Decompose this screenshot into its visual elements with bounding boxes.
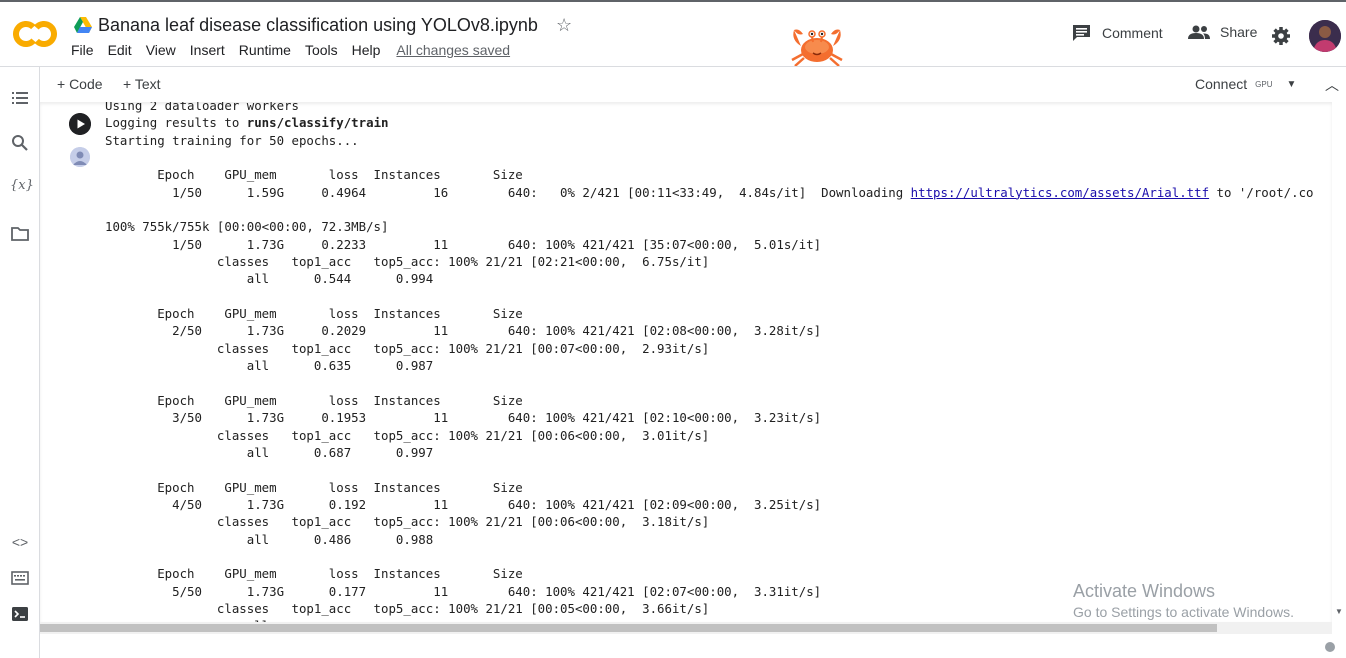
train-line: 1/50 1.73G 0.2233 11 640: 100% 421/421 [… — [105, 236, 822, 252]
log-line: to '/root/.co — [1209, 184, 1314, 200]
runtime-type-label: GPU — [1255, 79, 1273, 89]
train-line: 2/50 1.73G 0.2029 11 640: 100% 421/421 [… — [105, 323, 822, 339]
val-line: all 0.635 0.987 — [105, 358, 434, 374]
chevron-up-icon[interactable]: ︿ — [1325, 75, 1339, 95]
column-header: Epoch GPU_mem loss Instances Size — [105, 167, 523, 183]
val-header-line: classes top1_acc top5_acc: 100% 21/21 [0… — [105, 600, 710, 616]
connect-button[interactable]: Connect GPU ▼ — [1195, 76, 1296, 92]
caret-down-icon[interactable]: ▼ — [1287, 79, 1297, 90]
add-text-button[interactable]: + Text — [123, 76, 161, 92]
terminal-icon[interactable] — [10, 604, 30, 624]
run-cell-icon[interactable] — [69, 113, 91, 135]
comment-icon — [1073, 25, 1090, 41]
log-line: 1/50 1.59G 0.4964 16 640: 0% 2/421 [00:1… — [105, 184, 911, 200]
train-line: 4/50 1.73G 0.192 11 640: 100% 421/421 [0… — [105, 496, 822, 512]
share-people-icon — [1188, 25, 1210, 39]
menu-bar: File Edit View Insert Runtime Tools Help… — [71, 42, 524, 58]
star-icon[interactable]: ☆ — [556, 15, 572, 36]
avatar[interactable] — [1309, 20, 1341, 52]
connect-label: Connect — [1195, 76, 1248, 92]
command-palette-icon[interactable] — [10, 568, 30, 588]
google-drive-icon — [74, 17, 92, 33]
scrollbar-thumb[interactable] — [40, 624, 1217, 632]
train-line: 5/50 1.73G 0.177 11 640: 100% 421/421 [0… — [105, 583, 822, 599]
log-line: 100% 755k/755k [00:00<00:00, 72.3MB/s] — [105, 219, 389, 235]
menu-runtime[interactable]: Runtime — [239, 42, 291, 58]
crab-mascot-icon — [791, 29, 843, 67]
menu-help[interactable]: Help — [352, 42, 381, 58]
watermark-title: Activate Windows — [1073, 581, 1216, 601]
horizontal-scrollbar[interactable] — [40, 622, 1332, 634]
share-label: Share — [1220, 24, 1258, 40]
comment-button[interactable]: Comment — [1072, 24, 1163, 42]
save-status[interactable]: All changes saved — [396, 42, 510, 58]
val-header-line: classes top1_acc top5_acc: 100% 21/21 [0… — [105, 514, 710, 530]
search-icon[interactable] — [10, 133, 30, 153]
gear-icon[interactable] — [1271, 26, 1291, 46]
comment-label: Comment — [1102, 25, 1163, 41]
val-header-line: classes top1_acc top5_acc: 100% 21/21 [0… — [105, 254, 710, 270]
val-header-line: classes top1_acc top5_acc: 100% 21/21 [0… — [105, 340, 710, 356]
training-log: Using 2 dataloader workers Logging resul… — [105, 102, 1314, 622]
left-sidebar: {x} <> — [0, 67, 40, 658]
column-header: Epoch GPU_mem loss Instances Size — [105, 479, 523, 495]
menu-insert[interactable]: Insert — [190, 42, 225, 58]
log-path: runs/classify/train — [246, 115, 389, 131]
app-header: Banana leaf disease classification using… — [0, 2, 1346, 67]
variables-icon[interactable]: {x} — [10, 178, 34, 198]
menu-view[interactable]: View — [146, 42, 176, 58]
files-icon[interactable] — [10, 224, 30, 244]
log-line: Using 2 dataloader workers — [105, 102, 299, 113]
share-button[interactable]: Share — [1188, 24, 1257, 40]
cell-output: Using 2 dataloader workers Logging resul… — [40, 102, 1332, 622]
menu-file[interactable]: File — [71, 42, 94, 58]
menu-tools[interactable]: Tools — [305, 42, 338, 58]
code-snippets-icon[interactable]: <> — [10, 534, 30, 554]
column-header: Epoch GPU_mem loss Instances Size — [105, 566, 523, 582]
notebook-toolbar: + Code + Text Connect GPU ▼ ︿ — [0, 66, 1346, 103]
notebook-title[interactable]: Banana leaf disease classification using… — [98, 15, 538, 36]
val-line: all 0.687 0.997 — [105, 444, 434, 460]
watermark-subtitle: Go to Settings to activate Windows. — [1073, 604, 1294, 620]
log-line: Starting training for 50 epochs... — [105, 132, 359, 148]
add-code-button[interactable]: + Code — [57, 76, 103, 92]
output-avatar-icon — [70, 147, 90, 167]
activate-windows-watermark: Activate Windows Go to Settings to activ… — [1073, 581, 1294, 620]
val-line: all 0.544 0.994 — [105, 271, 434, 287]
column-header: Epoch GPU_mem loss Instances Size — [105, 392, 523, 408]
column-header: Epoch GPU_mem loss Instances Size — [105, 306, 523, 322]
val-line: all 0.486 0.988 — [105, 531, 434, 547]
log-line: Logging results to — [105, 115, 247, 131]
menu-edit[interactable]: Edit — [108, 42, 132, 58]
status-indicator-icon — [1325, 642, 1335, 652]
train-line: 3/50 1.73G 0.1953 11 640: 100% 421/421 [… — [105, 410, 822, 426]
table-of-contents-icon[interactable] — [10, 88, 30, 108]
val-header-line: classes top1_acc top5_acc: 100% 21/21 [0… — [105, 427, 710, 443]
download-link[interactable]: https://ultralytics.com/assets/Arial.ttf — [911, 185, 1209, 200]
colab-logo-icon[interactable] — [13, 18, 57, 50]
scroll-down-arrow-icon[interactable]: ▼ — [1335, 607, 1343, 616]
